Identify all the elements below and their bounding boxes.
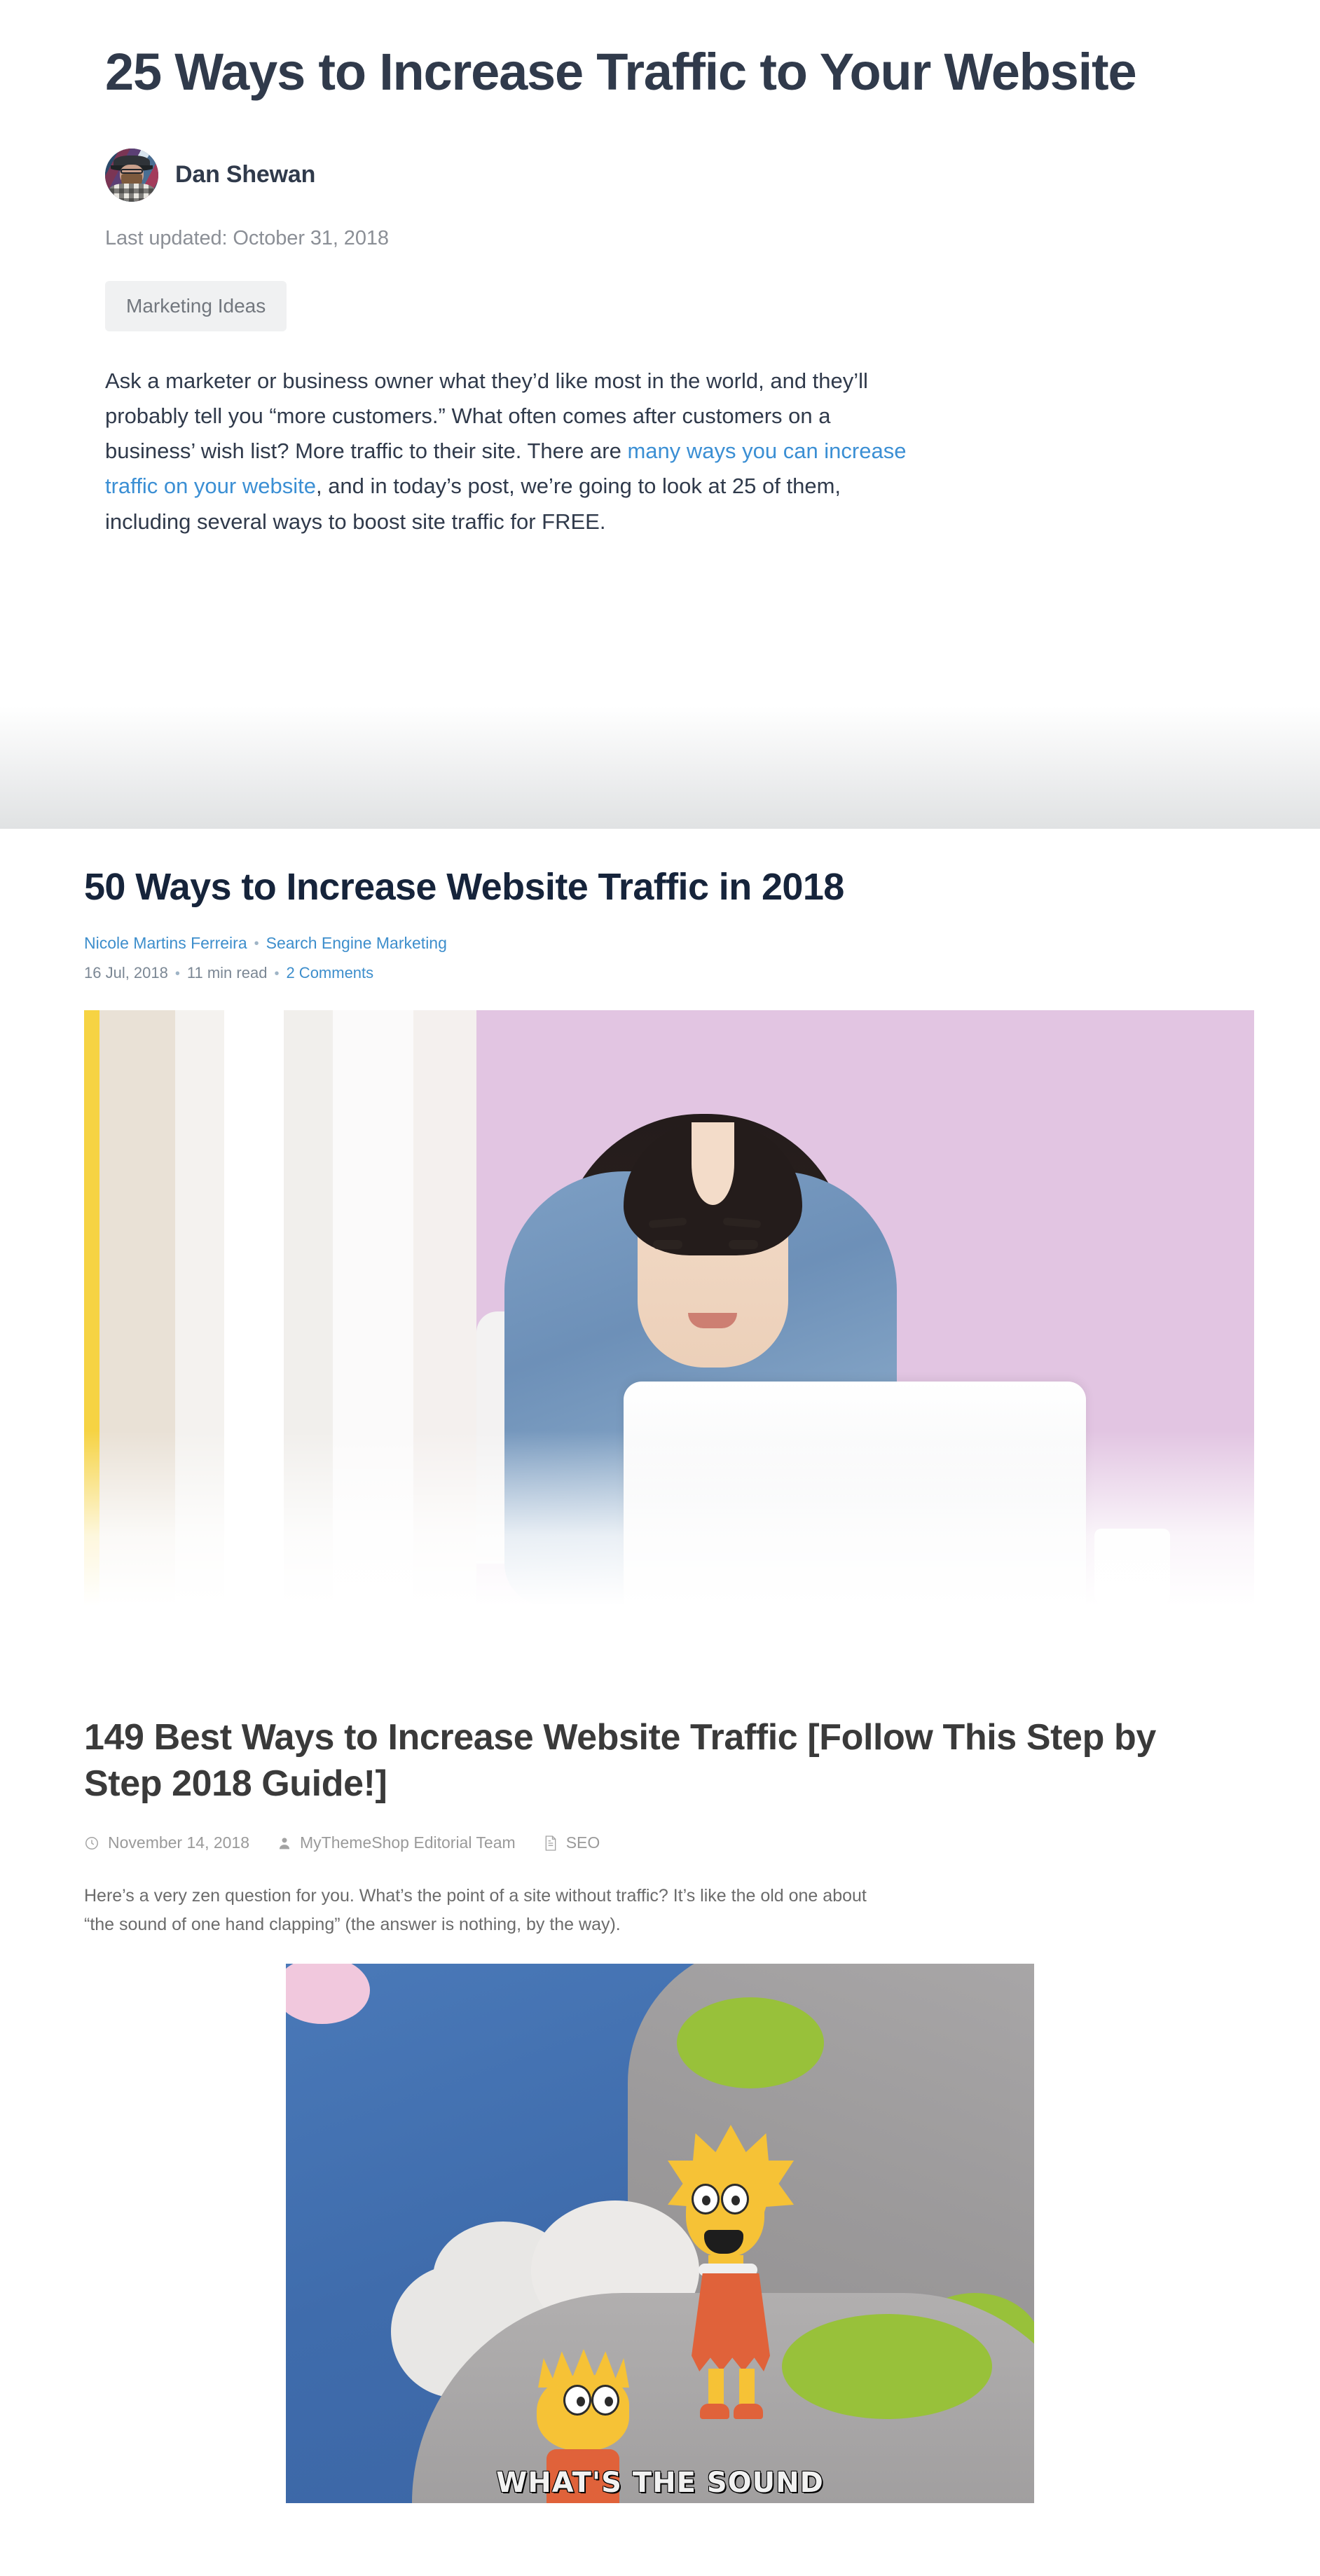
meta-separator-icon: • [254,936,259,952]
article3-date-item: November 14, 2018 [84,1833,249,1852]
article3-category-item: SEO [544,1833,600,1852]
article1-body-line-5: including several ways to boost site tra… [105,509,606,534]
article2-meta-secondary: 16 Jul, 2018 • 11 min read • 2 Comments [84,964,1236,982]
article2-title: 50 Ways to Increase Website Traffic in 2… [84,866,844,908]
article1-fade-overlay [0,706,1320,829]
meta-separator-icon: • [274,965,280,982]
article1-body-line-2: probably tell you “more customers.” What… [105,404,831,429]
article1-body-line-3-text: business’ wish list? More traffic to the… [105,439,628,464]
article2-read-time: 11 min read [186,964,268,982]
article3-author: MyThemeShop Editorial Team [300,1833,516,1852]
meta-separator-icon: • [174,965,180,982]
article3-body: Here’s a very zen question for you. What… [84,1882,1226,1938]
document-icon [544,1835,558,1852]
article2-image-fade-overlay [84,1431,1254,1606]
article3-title: 149 Best Ways to Increase Website Traffi… [84,1717,1156,1804]
article1-body-link-part1[interactable]: many ways you can increase [627,439,906,463]
lisa-simpson-character [668,2125,794,2420]
clock-icon [84,1835,99,1851]
article2-comments-link[interactable]: 2 Comments [286,964,373,982]
article3-featured-gif: WHAT'S THE SOUND [286,1964,1034,2504]
article2-featured-image [84,1010,1254,1606]
article3-category: SEO [565,1833,600,1852]
article1-title: 25 Ways to Increase Traffic to Your Webs… [105,43,1137,101]
author-avatar [105,148,158,202]
article1-body-line-1: Ask a marketer or business owner what th… [105,368,868,393]
article2-date: 16 Jul, 2018 [84,964,168,982]
article1-category-tag[interactable]: Marketing Ideas [105,280,287,331]
article1-last-updated: Last updated: October 31, 2018 [105,226,389,249]
article1-body: Ask a marketer or business owner what th… [105,364,1320,539]
article1-body-line-4-tail: , and in today’s post, we’re going to lo… [315,474,841,499]
article3-author-item: MyThemeShop Editorial Team [277,1833,516,1852]
gif-caption: WHAT'S THE SOUND [496,2467,824,2500]
article1-body-line-3: business’ wish list? More traffic to the… [105,434,1320,469]
article2-meta-primary: Nicole Martins Ferreira • Search Engine Ma… [84,934,1236,953]
article3-date: November 14, 2018 [108,1833,250,1852]
article1-author-row: Dan Shewan [105,148,1215,202]
article-card-wordstream: 25 Ways to Increase Traffic to Your Webs… [0,0,1320,829]
article1-author-name: Dan Shewan [175,161,316,188]
user-icon [277,1835,291,1851]
article1-body-link-part2[interactable]: traffic on your website [105,474,316,498]
article-card-oberlo: 50 Ways to Increase Website Traffic in 2… [0,829,1320,1680]
article2-author-link[interactable]: Nicole Martins Ferreira [84,934,247,952]
article3-body-line-1: Here’s a very zen question for you. What… [84,1886,867,1906]
article2-category-link[interactable]: Search Engine Marketing [266,934,447,952]
article3-body-line-2: “the sound of one hand clapping” (the an… [84,1914,621,1934]
article-card-mythemeshop: 149 Best Ways to Increase Website Traffi… [0,1680,1320,2576]
article3-meta-row: November 14, 2018 MyThemeShop Editorial … [84,1833,1236,1852]
article1-body-line-4: traffic on your website, and in today’s … [105,469,1320,504]
